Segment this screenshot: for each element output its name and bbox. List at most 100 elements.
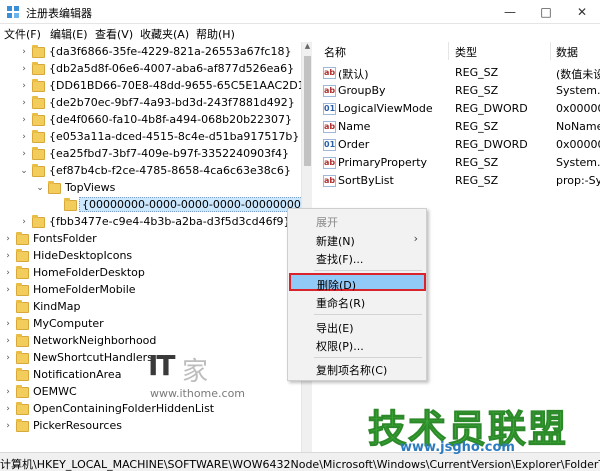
tree-item-label[interactable]: NotificationArea <box>31 368 123 381</box>
value-name: Name <box>338 120 371 133</box>
tree-item-label[interactable]: TopViews <box>63 181 117 194</box>
tree-item-label[interactable]: HideDesktopIcons <box>31 249 134 262</box>
tree-item-label[interactable]: MyComputer <box>31 317 106 330</box>
value-type: REG_SZ <box>455 156 499 169</box>
value-data: 0x00000 <box>556 138 600 151</box>
value-name: LogicalViewMode <box>338 102 433 115</box>
tree-item-label[interactable]: {ef87b4cb-f2ce-4785-8658-4ca6c63e38c6} <box>47 164 293 177</box>
context-menu: 展开 新建(N) › 查找(F)... 删除(D) 重命名(R) 导出(E) 权限… <box>287 208 427 381</box>
value-row[interactable]: ab Name REG_SZ NoName <box>318 118 600 136</box>
expand-arrow-icon[interactable]: › <box>2 317 14 331</box>
folder-icon <box>32 215 45 228</box>
menu-item-permissions[interactable]: 权限(P)... <box>288 336 426 354</box>
tree-item-label[interactable]: {00000000-0000-0000-0000-000000000000} <box>79 197 311 212</box>
expand-arrow-icon[interactable]: › <box>2 419 14 433</box>
ithome-watermark: IT 家 <box>148 349 208 387</box>
menu-item-copy-key-name[interactable]: 复制项名称(C) <box>288 360 426 378</box>
value-data: (数值未设 <box>556 68 600 81</box>
folder-icon <box>16 402 29 415</box>
submenu-arrow-icon: › <box>413 232 418 245</box>
value-row[interactable]: ab SortByList REG_SZ prop:-Sy <box>318 172 600 190</box>
tree-item-label[interactable]: FontsFolder <box>31 232 99 245</box>
menu-favorites[interactable]: 收藏夹(A) <box>140 26 189 42</box>
menu-item-rename[interactable]: 重命名(R) <box>288 293 426 311</box>
collapse-arrow-icon[interactable]: ⌄ <box>18 164 30 178</box>
value-type: REG_SZ <box>455 174 499 187</box>
expand-arrow-icon[interactable]: › <box>2 351 14 365</box>
value-data: prop:-Sy <box>556 174 600 187</box>
menu-item-find[interactable]: 查找(F)... <box>288 249 426 267</box>
expand-arrow-icon[interactable]: › <box>2 334 14 348</box>
expand-arrow-icon[interactable]: › <box>18 45 30 59</box>
ithome-logo-home: 家 <box>182 357 209 387</box>
menu-item-new[interactable]: 新建(N) › <box>288 231 426 249</box>
scroll-thumb[interactable] <box>304 56 311 166</box>
tree-item-label[interactable]: NewShortcutHandlers <box>31 351 155 364</box>
expand-arrow-icon[interactable]: › <box>18 215 30 229</box>
expand-arrow-icon[interactable]: › <box>18 96 30 110</box>
column-divider[interactable] <box>448 42 449 60</box>
menu-edit[interactable]: 编辑(E) <box>50 26 88 42</box>
expand-arrow-icon[interactable]: › <box>18 62 30 76</box>
scroll-up-icon[interactable]: ▲ <box>302 42 313 53</box>
tree-item-label[interactable]: {de4f0660-fa10-4b8f-a494-068b20b22307} <box>47 113 294 126</box>
column-header-type[interactable]: 类型 <box>455 44 477 60</box>
expand-arrow-icon[interactable]: › <box>2 249 14 263</box>
minimize-button[interactable]: — <box>492 0 528 24</box>
tree-item-label[interactable]: OpenContainingFolderHiddenList <box>31 402 216 415</box>
title-bar: 注册表编辑器 — □ ✕ <box>0 0 600 24</box>
expand-arrow-icon[interactable]: › <box>2 402 14 416</box>
value-name: SortByList <box>338 174 394 187</box>
tree-item-label[interactable]: {db2a5d8f-06e6-4007-aba6-af877d526ea6} <box>47 62 296 75</box>
tree-item-label[interactable]: PickerResources <box>31 419 124 432</box>
tree-item-label[interactable]: OEMWC <box>31 385 79 398</box>
expand-arrow-icon[interactable]: › <box>2 232 14 246</box>
string-value-icon: ab <box>323 157 336 169</box>
column-header-data[interactable]: 数据 <box>556 44 578 60</box>
folder-icon <box>16 419 29 432</box>
value-row[interactable]: 01 LogicalViewMode REG_DWORD 0x00000 <box>318 100 600 118</box>
expand-arrow-icon[interactable]: › <box>2 385 14 399</box>
menu-item-export[interactable]: 导出(E) <box>288 318 426 336</box>
tree-item-label[interactable]: {e053a11a-dced-4515-8c4e-d51ba917517b} <box>47 130 301 143</box>
tree-item-label[interactable]: {ea25fbd7-3bf7-409e-b97f-3352240903f4} <box>47 147 291 160</box>
value-row[interactable]: ab (默认) REG_SZ (数值未设 <box>318 64 600 82</box>
value-row[interactable]: 01 Order REG_DWORD 0x00000 <box>318 136 600 154</box>
tree-item-label[interactable]: {da3f6866-35fe-4229-821a-26553a67fc18} <box>47 45 293 58</box>
folder-icon <box>32 113 45 126</box>
expand-arrow-icon[interactable]: › <box>2 283 14 297</box>
tree-item-label[interactable]: NetworkNeighborhood <box>31 334 158 347</box>
tree-item-label[interactable]: {fbb3477e-c9e4-4b3b-a2ba-d3f5d3cd46f9} <box>47 215 292 228</box>
column-divider[interactable] <box>550 42 551 60</box>
expand-arrow-icon[interactable]: › <box>18 113 30 127</box>
menu-help[interactable]: 帮助(H) <box>196 26 235 42</box>
tree-item-label[interactable]: {de2b70ec-9bf7-4a93-bd3d-243f7881d492} <box>47 96 297 109</box>
menu-view[interactable]: 查看(V) <box>95 26 133 42</box>
menu-item-delete[interactable]: 删除(D) <box>289 273 426 292</box>
folder-icon <box>16 266 29 279</box>
maximize-button[interactable]: □ <box>528 0 564 24</box>
expand-arrow-icon[interactable]: › <box>2 266 14 280</box>
collapse-arrow-icon[interactable]: ⌄ <box>34 181 46 195</box>
folder-icon <box>32 79 45 92</box>
binary-value-icon: 01 <box>323 139 336 151</box>
window-title: 注册表编辑器 <box>26 7 92 20</box>
menu-separator <box>314 270 422 271</box>
menu-file[interactable]: 文件(F) <box>4 26 41 42</box>
tree-item-label[interactable]: HomeFolderMobile <box>31 283 138 296</box>
binary-value-icon: 01 <box>323 103 336 115</box>
tree-item-label[interactable]: {DD61BD66-70E8-48dd-9655-65C5E1AAC2D1} <box>47 79 311 92</box>
tree-item-label[interactable]: HomeFolderDesktop <box>31 266 147 279</box>
tree-item-label[interactable]: KindMap <box>31 300 82 313</box>
close-button[interactable]: ✕ <box>564 0 600 24</box>
expand-arrow-icon[interactable]: › <box>18 79 30 93</box>
folder-icon <box>16 300 29 313</box>
column-header-name[interactable]: 名称 <box>324 44 346 60</box>
expand-arrow-icon[interactable]: › <box>18 130 30 144</box>
value-type: REG_DWORD <box>455 102 528 115</box>
value-row[interactable]: abPrimaryProperty REG_SZ System.S <box>318 154 600 172</box>
value-data: NoName <box>556 120 600 133</box>
value-row[interactable]: abGroupBy REG_SZ System.S <box>318 82 600 100</box>
menu-item-expand: 展开 <box>316 216 338 229</box>
expand-arrow-icon[interactable]: › <box>18 147 30 161</box>
